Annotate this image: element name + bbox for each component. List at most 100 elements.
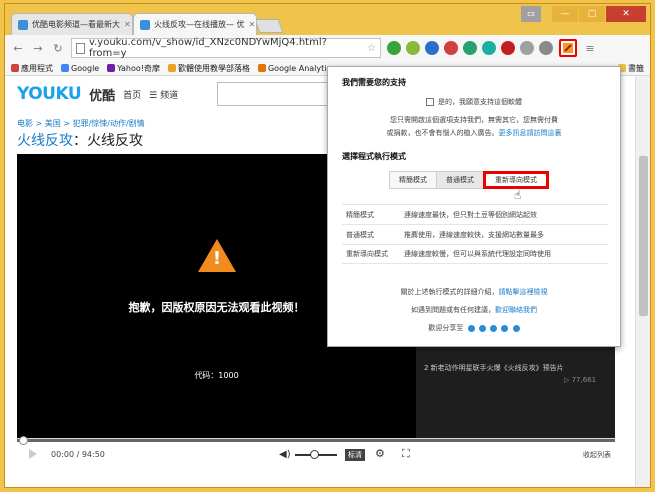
bookmark-star-icon[interactable]: ☆ bbox=[367, 43, 376, 54]
nav-channel[interactable]: ☰ 频道 bbox=[149, 88, 178, 101]
contact-link[interactable]: 歡迎聯絡我們 bbox=[495, 306, 537, 314]
support-checkbox-row[interactable]: 是的，我願意支持這個軟體 bbox=[328, 97, 620, 107]
bookmark-item[interactable]: Yahoo!奇摩 bbox=[107, 63, 160, 74]
youku-favicon bbox=[18, 19, 28, 30]
mode-desc: 推薦使用，連線速度較快，支援網站數量最多 bbox=[404, 230, 544, 239]
youku-header: YOUKU 优酷 首页 ☰ 频道 bbox=[17, 84, 178, 104]
address-url: v.youku.com/v_show/id_XNzc0NDYwMjQ4.html… bbox=[88, 37, 327, 59]
volume-icon[interactable]: ◀) bbox=[279, 449, 291, 460]
fold-list-button[interactable]: 收起列表 bbox=[583, 450, 611, 460]
mode-row: 普通模式 推薦使用，連線速度較快，支援網站數量最多 bbox=[342, 224, 608, 244]
close-tab-icon[interactable]: ✕ bbox=[249, 20, 256, 29]
bookmark-favicon-icon bbox=[167, 64, 176, 72]
detail-text: 關於上述執行模式的詳細介紹， bbox=[400, 288, 499, 296]
bookmark-label: 書籤 bbox=[628, 63, 644, 73]
app-icon[interactable] bbox=[482, 41, 496, 55]
mode-button[interactable]: 重新導向模式 bbox=[483, 171, 549, 189]
bookmark-favicon-icon bbox=[107, 64, 116, 72]
user-profile-button[interactable]: cs bbox=[521, 6, 541, 22]
search-input[interactable] bbox=[217, 82, 337, 106]
detail-link[interactable]: 請點擊這裡檢視 bbox=[499, 288, 548, 296]
share-row: 歡迎分享至 bbox=[328, 323, 620, 333]
video-title: 火线反攻：火线反攻 bbox=[17, 130, 143, 150]
page-scrollbar[interactable] bbox=[635, 76, 650, 487]
progress-bar[interactable] bbox=[17, 436, 615, 445]
settings-gear-icon[interactable]: ⚙ bbox=[375, 447, 385, 460]
close-window-button[interactable]: ✕ bbox=[606, 6, 646, 22]
close-tab-icon[interactable]: ✕ bbox=[124, 20, 131, 29]
scrollbar-thumb[interactable] bbox=[639, 156, 648, 316]
mode-heading: 選擇程式執行模式 bbox=[342, 152, 406, 161]
mode-desc: 連線速度最快，但只對土豆等個別網站起效 bbox=[404, 210, 537, 219]
play-icon[interactable] bbox=[29, 449, 37, 459]
download-icon[interactable] bbox=[387, 41, 401, 55]
support-heading: 我們需要您的支持 bbox=[342, 78, 406, 87]
player-error-code: 代码：1000 bbox=[194, 371, 239, 380]
bookmark-item[interactable]: 歡體使用教學部落格 bbox=[167, 63, 250, 74]
shield-icon[interactable] bbox=[520, 41, 534, 55]
bookmark-label: 應用程式 bbox=[21, 63, 53, 73]
bookmark-item[interactable]: Google bbox=[61, 64, 99, 73]
globe-icon[interactable] bbox=[539, 41, 553, 55]
video-title-main: 火线反攻 bbox=[17, 133, 73, 149]
support-checkbox[interactable] bbox=[426, 98, 434, 106]
view-count: ▷ 77,661 bbox=[564, 376, 597, 384]
menu-icon[interactable]: ≡ bbox=[583, 42, 597, 55]
tab-youku-movies[interactable]: 优酷电影频道—看最新大 ✕ bbox=[11, 13, 133, 35]
reload-icon[interactable]: ↻ bbox=[51, 42, 65, 55]
bookmark-favicon-icon bbox=[257, 64, 266, 72]
new-tab-button[interactable] bbox=[254, 19, 284, 33]
address-bar[interactable]: v.youku.com/v_show/id_XNzc0NDYwMjQ4.html… bbox=[71, 37, 381, 59]
volume-knob[interactable] bbox=[309, 450, 319, 459]
support-text-2-row: 或捐款，也不會有惱人的植入廣告。更多訊息請訪問這裏 bbox=[328, 128, 620, 138]
video-title-sub: ：火线反攻 bbox=[73, 133, 143, 149]
youku-logo[interactable]: YOUKU bbox=[17, 84, 82, 104]
translate-icon[interactable] bbox=[425, 41, 439, 55]
page-icon bbox=[76, 42, 85, 54]
alert-icon[interactable] bbox=[501, 41, 515, 55]
mode-button[interactable]: 精簡模式 bbox=[389, 171, 437, 189]
facebook-icon[interactable] bbox=[501, 324, 509, 332]
warning-exclamation-icon: ! bbox=[212, 248, 222, 269]
mode-desc: 連線速度較慢，但可以與系統代理設定同時使用 bbox=[404, 250, 551, 258]
android-icon[interactable] bbox=[406, 41, 420, 55]
quality-button[interactable]: 标清 bbox=[345, 449, 365, 461]
bookmark-item[interactable]: 應用程式 bbox=[11, 63, 53, 74]
contact-text: 如遇到問題或有任何建議， bbox=[411, 306, 495, 314]
breadcrumb[interactable]: 电影 > 美国 > 犯罪/惊悚/动作/剧情 bbox=[17, 118, 145, 129]
qzone-icon[interactable] bbox=[490, 324, 498, 332]
unblock-youku-extension-icon[interactable] bbox=[559, 39, 577, 57]
maximize-button[interactable]: ▢ bbox=[579, 6, 605, 22]
mode-description-table: 精簡模式 連線速度最快，但只對土豆等個別網站起效普通模式 推薦使用，連線速度較快，支… bbox=[342, 204, 608, 264]
tab-video-playing[interactable]: 火线反攻—在线播放— 优 ✕ bbox=[133, 13, 257, 35]
youku-favicon bbox=[140, 19, 150, 30]
fullscreen-icon[interactable]: ⛶ bbox=[402, 447, 410, 461]
play-time: 00:00 / 94:50 bbox=[51, 450, 105, 459]
sync-icon[interactable] bbox=[463, 41, 477, 55]
mode-name: 精簡模式 bbox=[346, 210, 374, 219]
volume-slider[interactable] bbox=[295, 450, 337, 459]
renren-icon[interactable] bbox=[478, 324, 486, 332]
share-icon[interactable] bbox=[444, 41, 458, 55]
mode-name: 普通模式 bbox=[346, 230, 374, 239]
browser-toolbar: ← → ↻ v.youku.com/v_show/id_XNzc0NDYwMjQ… bbox=[5, 35, 650, 61]
forward-icon[interactable]: → bbox=[31, 42, 45, 55]
bookmark-label: Yahoo!奇摩 bbox=[117, 63, 160, 73]
bookmark-item[interactable]: Google Analytics bbox=[257, 64, 335, 73]
bookmark-item[interactable]: 書籤 bbox=[618, 63, 644, 74]
support-link[interactable]: 更多訊息請訪問這裏 bbox=[499, 129, 562, 137]
weibo-icon[interactable] bbox=[467, 324, 475, 332]
youku-logo-cn[interactable]: 优酷 bbox=[89, 85, 115, 104]
progress-knob[interactable] bbox=[19, 436, 28, 445]
mode-button[interactable]: 普通模式 bbox=[436, 171, 484, 189]
contact-row: 如遇到問題或有任何建議，歡迎聯絡我們 bbox=[328, 305, 620, 315]
nav-home[interactable]: 首页 bbox=[123, 88, 141, 101]
back-icon[interactable]: ← bbox=[11, 42, 25, 55]
bookmark-favicon-icon bbox=[61, 64, 69, 72]
playlist-item[interactable]: 2 新老动作明星联手火爆《火线反攻》预告片 bbox=[416, 359, 615, 377]
detail-row: 關於上述執行模式的詳細介紹，請點擊這裡檢視 bbox=[328, 287, 620, 297]
unblock-logo-icon bbox=[563, 43, 573, 53]
support-checkbox-label: 是的，我願意支持這個軟體 bbox=[438, 98, 522, 106]
twitter-icon[interactable] bbox=[512, 324, 520, 332]
minimize-button[interactable]: — bbox=[552, 6, 578, 22]
